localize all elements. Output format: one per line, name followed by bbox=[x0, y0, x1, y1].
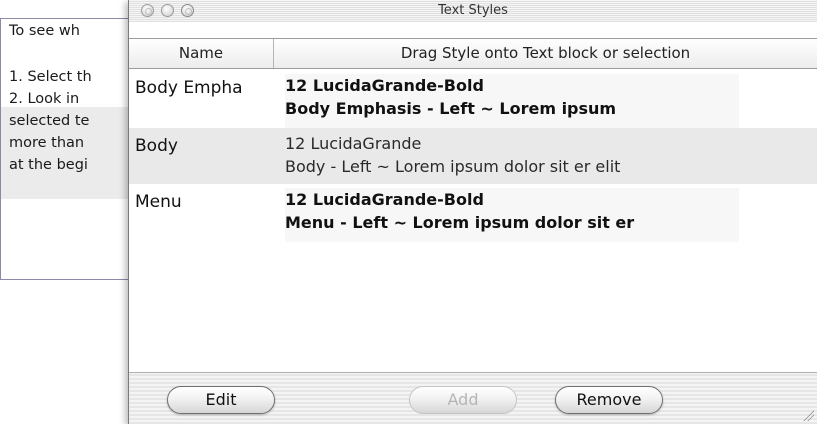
style-name: Menu bbox=[135, 192, 182, 212]
title-bar[interactable]: Text Styles bbox=[129, 0, 817, 23]
background-document[interactable]: To see wh 1. Select th 2. Look in select… bbox=[0, 18, 141, 280]
style-name: Body bbox=[135, 136, 178, 156]
doc-line: more than bbox=[9, 135, 85, 151]
styles-table[interactable]: Name Drag Style onto Text block or selec… bbox=[129, 22, 817, 373]
add-button[interactable]: Add bbox=[409, 386, 517, 414]
remove-button[interactable]: Remove bbox=[555, 386, 663, 414]
style-preview[interactable]: 12 LucidaGrande-Bold Menu - Left ~ Lorem… bbox=[285, 188, 739, 242]
column-header-drag-style[interactable]: Drag Style onto Text block or selection bbox=[274, 39, 817, 68]
table-row[interactable]: Menu 12 LucidaGrande-Bold Menu - Left ~ … bbox=[129, 184, 817, 244]
doc-line: at the begi bbox=[9, 157, 88, 173]
resize-grip-icon[interactable] bbox=[802, 409, 814, 421]
table-header: Name Drag Style onto Text block or selec… bbox=[129, 38, 817, 69]
style-name: Body Empha bbox=[135, 78, 243, 98]
column-header-name[interactable]: Name bbox=[129, 39, 274, 68]
style-font-spec: 12 LucidaGrande-Bold bbox=[285, 76, 484, 95]
style-font-spec: 12 LucidaGrande-Bold bbox=[285, 190, 484, 209]
text-styles-window: Text Styles Name Drag Style onto Text bl… bbox=[128, 0, 817, 424]
doc-line: selected te bbox=[9, 113, 90, 129]
style-preview[interactable]: 12 LucidaGrande Body - Left ~ Lorem ipsu… bbox=[285, 132, 739, 186]
style-font-spec: 12 LucidaGrande bbox=[285, 134, 422, 153]
style-sample-text: Body Emphasis - Left ~ Lorem ipsum bbox=[285, 99, 617, 118]
table-row-selected[interactable]: Body 12 LucidaGrande Body - Left ~ Lorem… bbox=[129, 128, 817, 188]
doc-line: To see wh bbox=[9, 23, 80, 39]
table-row[interactable]: Body Empha 12 LucidaGrande-Bold Body Emp… bbox=[129, 70, 817, 130]
style-preview[interactable]: 12 LucidaGrande-Bold Body Emphasis - Lef… bbox=[285, 74, 739, 128]
style-sample-text: Body - Left ~ Lorem ipsum dolor sit er e… bbox=[285, 157, 621, 176]
doc-line: 2. Look in bbox=[9, 91, 80, 107]
window-title: Text Styles bbox=[438, 3, 508, 18]
doc-line: 1. Select th bbox=[9, 69, 92, 85]
style-sample-text: Menu - Left ~ Lorem ipsum dolor sit er bbox=[285, 213, 635, 232]
edit-button[interactable]: Edit bbox=[167, 386, 275, 414]
